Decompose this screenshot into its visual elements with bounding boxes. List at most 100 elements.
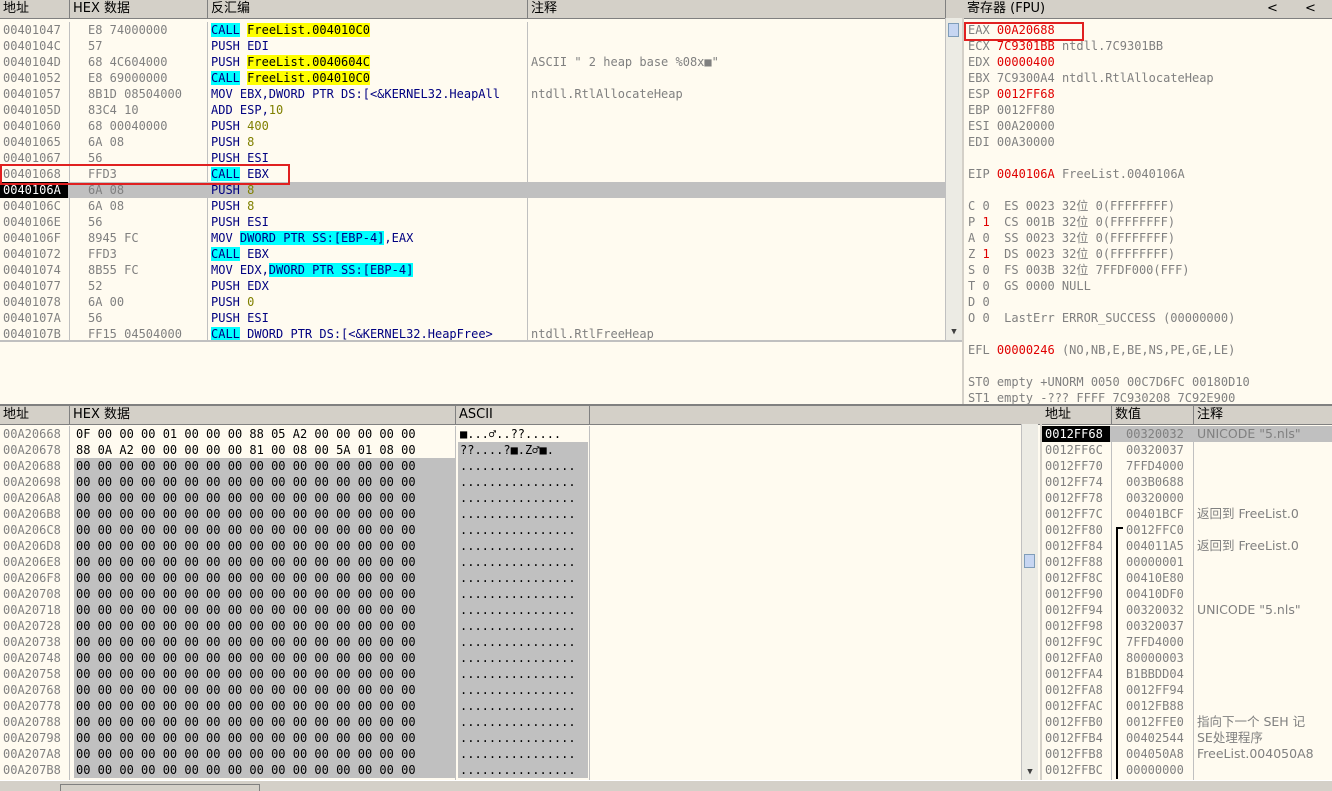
dump-row[interactable]: 00A20788 00 00 00 00 00 00 00 00 00 00 00… [0,714,1022,730]
dump-ascii[interactable]: ................ [458,602,588,618]
register-line[interactable] [968,358,1332,374]
register-line[interactable]: EFL 00000246 (NO,NB,E,BE,NS,PE,GE,LE) [968,342,1332,358]
dump-row[interactable]: 00A20688 00 00 00 00 00 00 00 00 00 00 00… [0,458,1022,474]
dump-ascii[interactable]: ................ [458,538,588,554]
dump-scroll-up-icon[interactable] [1022,424,1038,440]
stack-row[interactable]: 0012FF94 00320032 UNICODE "5.nls" [1042,602,1332,618]
register-value[interactable]: 00A20688 [997,23,1055,37]
disasm-row[interactable]: 00401068 FFD3 CALL EBX [0,166,946,182]
stack-row[interactable]: 0012FFB4 00402544 SE处理程序 [1042,730,1332,746]
dump-scrollbar[interactable]: ▼ [1021,424,1038,780]
register-value[interactable]: 0040106A [997,167,1055,181]
disasm-row[interactable]: 0040106C 6A 08 PUSH 8 [0,198,946,214]
dump-ascii[interactable]: ................ [458,474,588,490]
dump-ascii[interactable]: ................ [458,618,588,634]
stack-row[interactable]: 0012FFA0 80000003 [1042,650,1332,666]
dump-ascii[interactable]: ................ [458,746,588,762]
disasm-row[interactable]: 0040104C 57 PUSH EDI [0,38,946,54]
register-value[interactable]: 00000400 [997,55,1055,69]
disasm-row[interactable]: 00401078 6A 00 PUSH 0 [0,294,946,310]
dump-row[interactable]: 00A20768 00 00 00 00 00 00 00 00 00 00 00… [0,682,1022,698]
dump-row[interactable]: 00A20728 00 00 00 00 00 00 00 00 00 00 00… [0,618,1022,634]
dump-row[interactable]: 00A206B8 00 00 00 00 00 00 00 00 00 00 00… [0,506,1022,522]
stack-row[interactable]: 0012FF74 003B0688 [1042,474,1332,490]
register-line[interactable]: ESI 00A20000 [968,118,1332,134]
stack-row[interactable]: 0012FF98 00320037 [1042,618,1332,634]
register-value[interactable]: 0012FF68 [997,87,1055,101]
register-line[interactable]: A 0 SS 0023 32位 0(FFFFFFFF) [968,230,1332,246]
dump-hex[interactable]: 00 00 00 00 00 00 00 00 00 00 00 00 00 0… [74,490,456,506]
dump-hex[interactable]: 00 00 00 00 00 00 00 00 00 00 00 00 00 0… [74,458,456,474]
dump-ascii[interactable]: ................ [458,762,588,778]
dump-hex[interactable]: 00 00 00 00 00 00 00 00 00 00 00 00 00 0… [74,634,456,650]
disasm-row[interactable]: 0040105D 83C4 10 ADD ESP,10 [0,102,946,118]
dump-hex[interactable]: 00 00 00 00 00 00 00 00 00 00 00 00 00 0… [74,618,456,634]
register-line[interactable]: EAX 00A20688 [968,22,1332,38]
register-line[interactable]: ST0 empty +UNORM 0050 00C7D6FC 00180D10 [968,374,1332,390]
stack-row[interactable]: 0012FFB0 0012FFE0 指向下一个 SEH 记 [1042,714,1332,730]
dump-ascii[interactable]: ................ [458,586,588,602]
register-value[interactable]: 00A30000 [997,135,1055,149]
register-line[interactable]: Z 1 DS 0023 32位 0(FFFFFFFF) [968,246,1332,262]
prev-view-icon[interactable]: < [1264,0,1284,18]
dump-row[interactable]: 00A207A8 00 00 00 00 00 00 00 00 00 00 00… [0,746,1022,762]
register-value[interactable]: 7C9300A4 [997,71,1055,85]
disasm-row[interactable]: 00401065 6A 08 PUSH 8 [0,134,946,150]
stack-row[interactable]: 0012FFAC 0012FB88 [1042,698,1332,714]
stack-row[interactable]: 0012FFA4 B1BBDD04 [1042,666,1332,682]
disasm-row[interactable]: 00401060 68 00040000 PUSH 400 [0,118,946,134]
stack-row[interactable]: 0012FF78 00320000 [1042,490,1332,506]
dump-row[interactable]: 00A206F8 00 00 00 00 00 00 00 00 00 00 00… [0,570,1022,586]
register-line[interactable] [968,326,1332,342]
dump-row[interactable]: 00A20748 00 00 00 00 00 00 00 00 00 00 00… [0,650,1022,666]
disasm-row[interactable]: 0040106A 6A 08 PUSH 8 [0,182,946,198]
dump-row[interactable]: 00A206C8 00 00 00 00 00 00 00 00 00 00 00… [0,522,1022,538]
disasm-row[interactable]: 00401067 56 PUSH ESI [0,150,946,166]
dump-hex[interactable]: 00 00 00 00 00 00 00 00 00 00 00 00 00 0… [74,682,456,698]
stack-row[interactable]: 0012FF8C 00410E80 [1042,570,1332,586]
register-line[interactable]: ST1 empty -??? FFFF 7C930208 7C92E900 [968,390,1332,404]
dump-ascii[interactable]: ................ [458,682,588,698]
dump-col-ascii[interactable]: ASCII [456,406,590,424]
register-value[interactable]: 00000246 [997,343,1055,357]
register-line[interactable]: P 1 CS 001B 32位 0(FFFFFFFF) [968,214,1332,230]
stack-col-comment[interactable]: 注释 [1194,406,1332,424]
dump-hex[interactable]: 00 00 00 00 00 00 00 00 00 00 00 00 00 0… [74,570,456,586]
dump-hex[interactable]: 00 00 00 00 00 00 00 00 00 00 00 00 00 0… [74,698,456,714]
disasm-row[interactable]: 00401077 52 PUSH EDX [0,278,946,294]
dump-hex[interactable]: 00 00 00 00 00 00 00 00 00 00 00 00 00 0… [74,602,456,618]
disasm-row[interactable]: 0040106F 8945 FC MOV DWORD PTR SS:[EBP-4],… [0,230,946,246]
disasm-row[interactable]: 0040106E 56 PUSH ESI [0,214,946,230]
dump-ascii[interactable]: ................ [458,634,588,650]
dump-ascii[interactable]: ................ [458,554,588,570]
dump-ascii[interactable]: ................ [458,506,588,522]
dump-row[interactable]: 00A206D8 00 00 00 00 00 00 00 00 00 00 00… [0,538,1022,554]
next-view-icon[interactable]: < [1302,0,1322,18]
dump-hex[interactable]: 00 00 00 00 00 00 00 00 00 00 00 00 00 0… [74,746,456,762]
dump-row[interactable]: 00A20668 0F 00 00 00 01 00 00 00 88 05 A2… [0,426,1022,442]
disassembly-scrollbar[interactable]: ▲ ▼ [945,18,962,340]
col-header-address[interactable]: 地址 [0,0,70,18]
disasm-row[interactable]: 00401072 FFD3 CALL EBX [0,246,946,262]
col-header-comment[interactable]: 注释 [528,0,946,18]
dump-row[interactable]: 00A20678 88 0A A2 00 00 00 00 00 81 00 08… [0,442,1022,458]
dump-hex[interactable]: 00 00 00 00 00 00 00 00 00 00 00 00 00 0… [74,474,456,490]
stack-row[interactable]: 0012FF84 004011A5 返回到 FreeList.0 [1042,538,1332,554]
register-line[interactable]: EBX 7C9300A4 ntdll.RtlAllocateHeap [968,70,1332,86]
dump-ascii[interactable]: ................ [458,522,588,538]
register-line[interactable]: EBP 0012FF80 [968,102,1332,118]
dump-row[interactable]: 00A20758 00 00 00 00 00 00 00 00 00 00 00… [0,666,1022,682]
disasm-row[interactable]: 00401057 8B1D 08504000 MOV EBX,DWORD PTR D… [0,86,946,102]
dump-row[interactable]: 00A206E8 00 00 00 00 00 00 00 00 00 00 00… [0,554,1022,570]
dump-ascii[interactable]: ................ [458,714,588,730]
stack-row[interactable]: 0012FF6C 00320037 [1042,442,1332,458]
register-line[interactable]: EDX 00000400 [968,54,1332,70]
disasm-row[interactable]: 00401047 E8 74000000 CALL FreeList.004010C… [0,22,946,38]
disasm-row[interactable]: 0040107B FF15 04504000 CALL DWORD PTR DS:[… [0,326,946,340]
stack-col-address[interactable]: 地址 [1042,406,1112,424]
dump-ascii[interactable]: ................ [458,666,588,682]
register-line[interactable]: ECX 7C9301BB ntdll.7C9301BB [968,38,1332,54]
dump-hex[interactable]: 00 00 00 00 00 00 00 00 00 00 00 00 00 0… [74,538,456,554]
dump-ascii[interactable]: ................ [458,650,588,666]
stack-row[interactable]: 0012FF68 00320032 UNICODE "5.nls" [1042,426,1332,442]
